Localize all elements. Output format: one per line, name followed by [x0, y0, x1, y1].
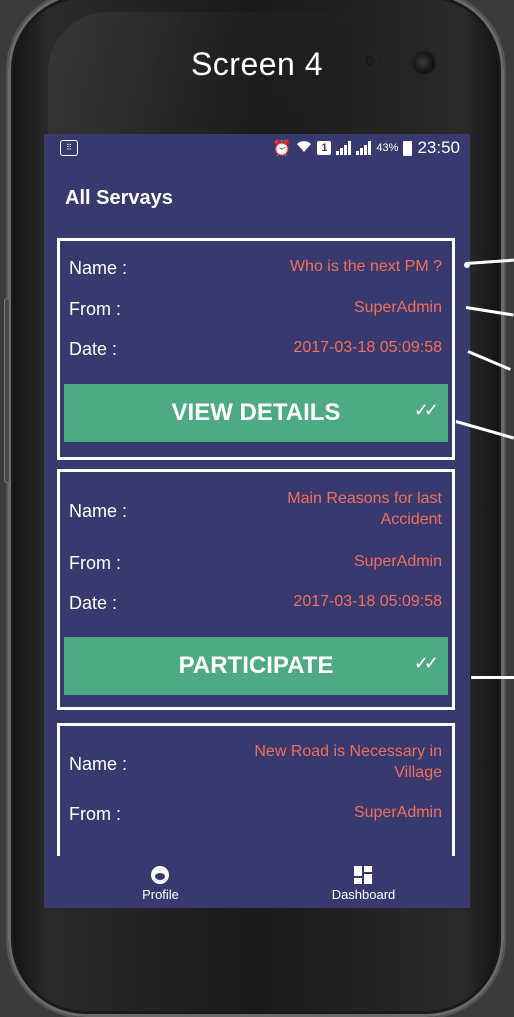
signal-icon-2 — [356, 141, 372, 155]
from-value: SuperAdmin — [353, 553, 442, 570]
name-value: Who is the next PM ? — [289, 258, 442, 275]
name-row: Name : Main Reasons for last Accident — [69, 488, 442, 532]
double-check-icon: ✓✓ — [413, 653, 439, 673]
page-title: All Servays — [65, 187, 173, 209]
from-value: SuperAdmin — [353, 299, 442, 316]
date-value: 2017-03-18 05:09:58 — [293, 339, 442, 356]
signal-icon — [336, 141, 352, 155]
alarm-icon: ⏰ — [272, 140, 292, 157]
button-label: PARTICIPATE — [178, 652, 334, 679]
wifi-icon — [296, 139, 312, 157]
phone-side-button — [4, 298, 10, 483]
app-screen: ⠿ ⏰ 1 43% 23:50 All Servays Name : Who i… — [44, 134, 470, 908]
name-value: Main Reasons for last Accident — [287, 490, 442, 528]
nav-profile-label: Profile — [142, 887, 179, 902]
app-notification-icon: ⠿ — [60, 140, 78, 156]
app-bar: All Servays — [44, 160, 470, 230]
screen-caption: Screen 4 — [190, 46, 324, 82]
date-value: 2017-03-18 05:09:58 — [293, 593, 442, 610]
status-icons: ⏰ 1 43% 23:50 — [273, 138, 460, 158]
battery-percent: 43% — [376, 142, 399, 154]
nav-dashboard-label: Dashboard — [331, 887, 396, 902]
name-label: Name : — [69, 501, 128, 521]
survey-card: Name : Who is the next PM ? From : Super… — [57, 238, 455, 460]
nav-profile[interactable]: Profile — [54, 856, 267, 908]
nav-dashboard[interactable]: Dashboard — [257, 856, 470, 908]
battery-icon — [403, 140, 413, 156]
sim-icon: 1 — [317, 141, 332, 155]
status-bar: ⠿ ⏰ 1 43% 23:50 — [44, 134, 470, 160]
name-label: Name : — [69, 754, 128, 774]
button-label: VIEW DETAILS — [171, 399, 341, 426]
from-label: From : — [69, 804, 121, 824]
from-label: From : — [69, 299, 121, 319]
date-label: Date : — [69, 339, 118, 359]
name-row: Name : New Road is Necessary in Village — [69, 741, 442, 785]
participate-button[interactable]: PARTICIPATE ✓✓ — [64, 637, 448, 695]
view-details-button[interactable]: VIEW DETAILS ✓✓ — [64, 384, 448, 442]
from-label: From : — [69, 553, 121, 573]
name-label: Name : — [69, 258, 128, 278]
survey-card: Name : Main Reasons for last Accident Fr… — [57, 469, 455, 710]
date-label: Date : — [69, 593, 118, 613]
callout-line — [471, 676, 514, 679]
face-icon — [150, 866, 171, 886]
from-value: SuperAdmin — [353, 804, 442, 821]
name-value: New Road is Necessary in Village — [254, 743, 442, 781]
status-time: 23:50 — [417, 138, 460, 157]
bottom-navigation: Profile Dashboard — [44, 856, 470, 908]
double-check-icon: ✓✓ — [413, 400, 439, 420]
dashboard-icon — [353, 866, 374, 886]
